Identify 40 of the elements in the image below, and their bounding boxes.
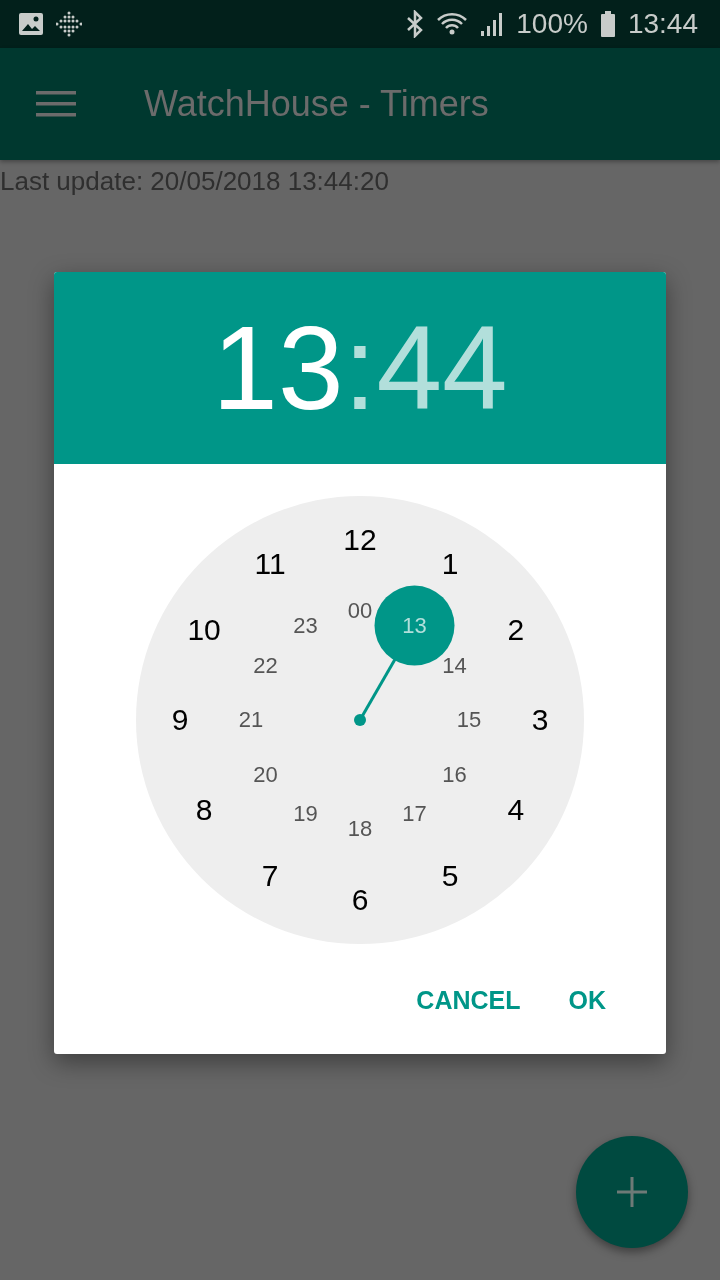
hour-number[interactable]: 1 xyxy=(441,549,459,580)
hour-number[interactable]: 15 xyxy=(456,709,482,731)
hour-number[interactable]: 16 xyxy=(442,763,467,786)
hour-number[interactable]: 14 xyxy=(442,654,467,677)
dots-icon xyxy=(56,11,82,37)
hour-number[interactable]: 3 xyxy=(531,705,549,735)
hour-number[interactable]: 4 xyxy=(507,795,525,825)
bluetooth-icon xyxy=(406,10,425,38)
plus-icon xyxy=(617,1177,647,1207)
hour-number[interactable]: 7 xyxy=(261,860,279,891)
hour-number[interactable]: 21 xyxy=(238,709,264,731)
wifi-icon xyxy=(436,11,469,37)
last-update-text: Last update: 20/05/2018 13:44:20 xyxy=(0,165,390,198)
hour-number[interactable]: 20 xyxy=(253,763,278,786)
hour-number[interactable]: 18 xyxy=(347,818,373,840)
time-separator: : xyxy=(343,301,377,436)
hour-number[interactable]: 5 xyxy=(441,860,459,891)
ok-button[interactable]: OK xyxy=(554,976,620,1024)
hour-number[interactable]: 10 xyxy=(187,615,221,645)
hour-number[interactable]: 9 xyxy=(171,705,189,735)
hour-number[interactable]: 19 xyxy=(293,803,318,826)
signal-icon xyxy=(480,11,505,37)
hour-number[interactable]: 17 xyxy=(402,803,427,826)
hour-number[interactable]: 12 xyxy=(343,525,377,555)
hour-number[interactable]: 00 xyxy=(347,600,373,622)
hour-number[interactable]: 22 xyxy=(253,654,278,677)
cancel-button[interactable]: CANCEL xyxy=(402,976,535,1024)
battery-percent: 100% xyxy=(516,8,588,40)
image-icon xyxy=(18,12,44,36)
hour-number[interactable]: 6 xyxy=(351,885,369,915)
app-title: WatchHouse - Timers xyxy=(144,83,489,125)
hour-number[interactable]: 23 xyxy=(293,614,318,637)
status-time: 13:44 xyxy=(627,8,698,40)
hour-number[interactable]: 2 xyxy=(507,615,525,645)
hour-number[interactable]: 8 xyxy=(195,795,213,825)
menu-icon[interactable] xyxy=(36,88,76,120)
add-button[interactable] xyxy=(576,1136,688,1248)
hour-display[interactable]: 13 xyxy=(212,300,344,436)
hour-number[interactable]: 11 xyxy=(254,549,286,580)
battery-icon xyxy=(599,11,616,37)
